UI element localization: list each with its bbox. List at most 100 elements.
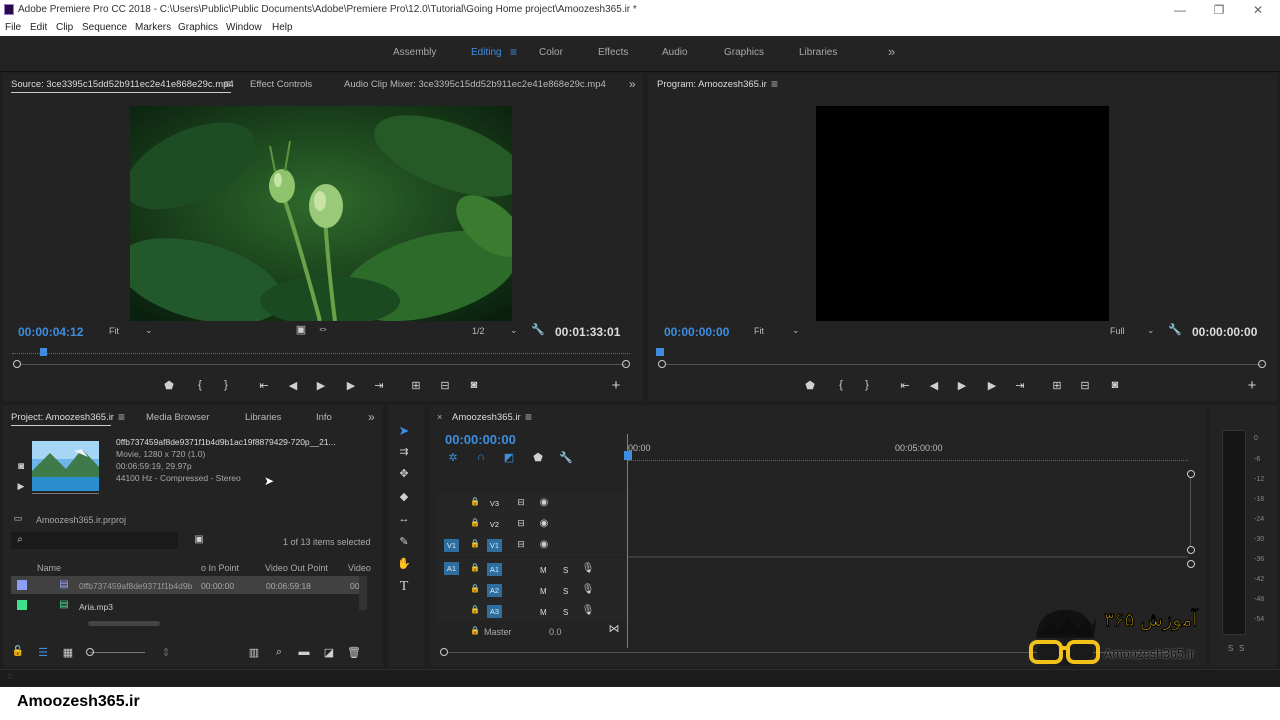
source-patch-v1[interactable]: V1 [444, 539, 459, 552]
source-patch-a1[interactable]: A1 [444, 562, 459, 575]
source-resolution-dropdown[interactable]: 1/2 [472, 326, 485, 336]
track-lock-icon[interactable]: 🔒 [468, 584, 482, 593]
close-button[interactable]: ✕ [1250, 2, 1266, 18]
program-mark-out-icon[interactable]: } [860, 379, 874, 391]
source-more-icon[interactable]: » [629, 77, 636, 91]
workspace-more-icon[interactable]: » [888, 44, 895, 59]
ripple-edit-tool-icon[interactable]: ✥ [397, 467, 411, 480]
add-marker-timeline-icon[interactable]: ⬟ [531, 451, 545, 464]
master-lock-icon[interactable]: 🔒 [468, 626, 482, 635]
track-lock-icon[interactable]: 🔒 [468, 539, 482, 548]
program-play-icon[interactable]: ▶ [955, 379, 969, 392]
tab-info[interactable]: Info [316, 412, 332, 423]
label-color-swatch[interactable] [17, 600, 27, 610]
tab-sequence[interactable]: Amoozesh365.ir [452, 412, 521, 423]
program-resolution-chevron-icon[interactable]: ⌄ [1147, 325, 1155, 336]
maximize-button[interactable]: ❐ [1211, 2, 1227, 18]
new-search-bin-icon[interactable]: ▣ [192, 534, 206, 545]
source-scrub-track[interactable] [20, 364, 626, 365]
program-fit-dropdown[interactable]: Fit [754, 326, 764, 336]
label-color-swatch[interactable] [17, 580, 27, 590]
step-forward-icon[interactable]: ▶ [344, 379, 358, 392]
video-scroll-handle[interactable] [1187, 546, 1195, 554]
menu-clip[interactable]: Clip [56, 22, 73, 33]
track-lock-icon[interactable]: 🔒 [468, 605, 482, 614]
workspace-color[interactable]: Color [539, 47, 563, 58]
menu-graphics[interactable]: Graphics [178, 22, 218, 33]
program-playhead[interactable] [656, 348, 664, 356]
timeline-zoom-start-handle[interactable] [440, 648, 448, 656]
selection-tool-icon[interactable]: ➤ [397, 423, 411, 439]
workspace-editing[interactable]: Editing [471, 47, 502, 58]
workspace-libraries[interactable]: Libraries [799, 47, 837, 58]
toggle-output-eye-icon[interactable]: ◉ [537, 497, 551, 508]
track-target-v2[interactable]: V2 [487, 518, 502, 531]
export-frame-camera-icon[interactable]: ◙ [467, 379, 481, 391]
program-mark-in-icon[interactable]: { [834, 379, 848, 391]
go-to-in-icon[interactable]: ⇤ [257, 379, 271, 392]
track-select-tool-icon[interactable]: ⇉ [397, 445, 411, 458]
mute-button[interactable]: M [540, 608, 547, 617]
play-icon[interactable]: ▶ [314, 379, 328, 392]
solo-button[interactable]: S [563, 566, 568, 575]
program-step-back-icon[interactable]: ◀ [927, 379, 941, 392]
source-settings-wrench-icon[interactable]: 🔧 [531, 323, 545, 336]
timeline-settings-wrench-icon[interactable]: 🔧 [559, 451, 573, 464]
program-zoom-end-handle[interactable] [1258, 360, 1266, 368]
program-add-marker-icon[interactable]: ⬟ [803, 379, 817, 392]
sync-lock-icon[interactable]: ⊟ [514, 518, 528, 529]
source-resolution-chevron-icon[interactable]: ⌄ [510, 325, 518, 336]
tab-source[interactable]: Source: 3ce3395c15dd52b911ec2e41e868e29c… [11, 79, 234, 90]
automate-to-sequence-icon[interactable]: ▥ [247, 646, 261, 659]
insert-clip-icon[interactable]: ⊞ [409, 379, 423, 392]
find-icon[interactable]: ⌕ [272, 646, 286, 659]
voiceover-mic-icon[interactable]: 🎙 [581, 584, 595, 595]
track-lock-icon[interactable]: 🔒 [468, 518, 482, 527]
source-add-button-icon[interactable]: + [609, 377, 623, 394]
sync-lock-icon[interactable]: ⊟ [514, 497, 528, 508]
track-target-a2[interactable]: A2 [487, 584, 502, 597]
source-time-ruler[interactable] [12, 348, 630, 354]
track-target-a1[interactable]: A1 [487, 563, 502, 576]
source-fit-dropdown[interactable]: Fit [109, 326, 119, 336]
mark-out-icon[interactable]: } [219, 379, 233, 391]
program-zoom-start-handle[interactable] [658, 360, 666, 368]
linked-selection-icon[interactable]: ◩ [502, 451, 516, 464]
program-panel-menu-icon[interactable]: ≡ [771, 77, 778, 91]
voiceover-mic-icon[interactable]: 🎙 [581, 563, 595, 574]
mute-button[interactable]: M [540, 587, 547, 596]
project-more-icon[interactable]: » [368, 410, 375, 424]
extract-icon[interactable]: ⊟ [1078, 379, 1092, 392]
project-search-input[interactable] [11, 532, 178, 549]
row-in-point[interactable]: 00:00:00 [201, 581, 234, 591]
go-to-out-icon[interactable]: ⇥ [372, 379, 386, 392]
meter-solo-right[interactable]: S [1239, 644, 1244, 653]
icon-view-icon[interactable]: ▦ [61, 646, 75, 659]
source-zoom-start-handle[interactable] [13, 360, 21, 368]
razor-tool-icon[interactable]: ◆ [397, 490, 411, 503]
program-resolution-dropdown[interactable]: Full [1110, 326, 1125, 336]
column-video-out-point[interactable]: Video Out Point [265, 563, 328, 573]
drag-video-icon[interactable]: ⇔ [316, 323, 330, 335]
menu-help[interactable]: Help [272, 22, 293, 33]
timeline-menu-icon[interactable]: ≡ [525, 410, 532, 424]
new-item-icon[interactable]: ◪ [322, 646, 336, 659]
sort-icon[interactable]: ⇕ [159, 646, 173, 659]
workspace-graphics[interactable]: Graphics [724, 47, 764, 58]
hand-tool-icon[interactable]: ✋ [397, 557, 411, 570]
program-go-to-in-icon[interactable]: ⇤ [898, 379, 912, 392]
menu-edit[interactable]: Edit [30, 22, 47, 33]
source-panel-menu-icon[interactable]: ≡ [224, 77, 231, 91]
tab-project[interactable]: Project: Amoozesh365.ir [11, 412, 114, 423]
source-timecode[interactable]: 00:00:04:12 [18, 325, 83, 339]
video-audio-divider[interactable] [628, 556, 1188, 558]
overwrite-clip-icon[interactable]: ⊟ [438, 379, 452, 392]
nest-icon[interactable]: ✲ [446, 451, 460, 464]
program-scrub-track[interactable] [665, 364, 1262, 365]
vertical-zoom-handle[interactable] [1187, 470, 1195, 478]
tab-media-browser[interactable]: Media Browser [146, 412, 209, 423]
add-marker-icon[interactable]: ⬟ [162, 379, 176, 392]
program-add-button-icon[interactable]: + [1245, 377, 1259, 394]
timeline-ruler[interactable] [628, 455, 1188, 461]
timeline-playhead-handle[interactable] [624, 451, 632, 460]
